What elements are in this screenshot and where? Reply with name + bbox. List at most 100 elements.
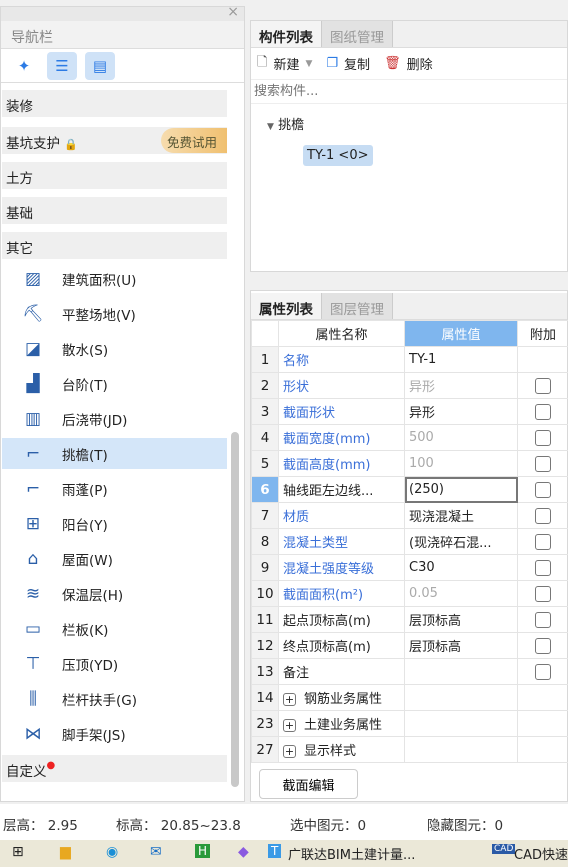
tab-drawing-management[interactable]: 图纸管理 [322,21,393,47]
property-row[interactable]: 8 混凝土类型 (现浇碎石混... [251,528,568,555]
property-value[interactable]: C30 [404,554,518,581]
nav-item[interactable]: ▥ 后浇带(JD) [2,403,227,434]
category-custom[interactable]: 自定义● [2,755,227,782]
category-item[interactable]: 土方 [2,162,227,189]
copy-button[interactable]: 复制 [344,54,370,73]
property-row[interactable]: 7 材质 现浇混凝土 [251,502,568,529]
extra-checkbox[interactable] [535,585,551,602]
property-row[interactable]: 27 + 显示样式 [251,736,568,763]
extra-checkbox[interactable] [535,403,551,420]
free-trial-badge[interactable]: 免费试用 [161,128,227,153]
property-row[interactable]: 4 截面宽度(mm) 500 [251,424,568,451]
property-row[interactable]: 14 + 钢筋业务属性 [251,684,568,711]
property-value[interactable]: (现浇碎石混... [404,528,518,555]
nav-item[interactable]: ⌐ 挑檐(T) [2,438,227,469]
copilot-icon[interactable]: ◆ [238,844,249,860]
property-row[interactable]: 3 截面形状 异形 [251,398,568,425]
category-item[interactable]: 基础 [2,197,227,224]
edge-icon[interactable]: ◉ [106,844,118,860]
nav-item[interactable]: ⊤ 压顶(YD) [2,648,227,679]
extra-checkbox[interactable] [535,455,551,472]
extra-checkbox[interactable] [535,533,551,550]
property-value[interactable]: TY-1 [404,346,518,373]
nav-item[interactable]: ⋈ 脚手架(JS) [2,718,227,749]
row-number: 8 [251,528,279,555]
property-value[interactable]: 异形 [404,372,518,399]
nav-item-label: 建筑面积(U) [62,272,137,289]
property-value[interactable]: 500 [404,424,518,451]
property-row[interactable]: 5 截面高度(mm) 100 [251,450,568,477]
nav-item[interactable]: ⌐ 雨蓬(P) [2,473,227,504]
section-edit-button[interactable]: 截面编辑 [259,769,358,799]
windows-start-icon[interactable]: ⊞ [12,844,24,860]
caret-down-icon[interactable]: ▼ [267,122,274,132]
app-h-icon[interactable]: H [195,844,211,858]
nav-item[interactable]: ▨ 建筑面积(U) [2,263,227,294]
property-row[interactable]: 10 截面面积(m²) 0.05 [251,580,568,607]
list-view-icon[interactable]: ☰ [47,51,77,80]
nav-item[interactable]: ≋ 保温层(H) [2,578,227,609]
sparkle-icon[interactable]: ✦ [9,52,39,80]
extra-checkbox[interactable] [535,611,551,628]
extra-checkbox[interactable] [535,663,551,680]
property-row[interactable]: 11 起点顶标高(m) 层顶标高 [251,606,568,633]
expand-plus-icon[interactable]: + [283,745,296,758]
property-row[interactable]: 9 混凝土强度等级 C30 [251,554,568,581]
property-value[interactable]: 层顶标高 [404,632,518,659]
nav-item[interactable]: ⛏ 平整场地(V) [2,298,227,329]
nav-item[interactable]: ⊞ 阳台(Y) [2,508,227,539]
property-value[interactable]: 0.05 [404,580,518,607]
property-row[interactable]: 6 轴线距左边线... (250) [251,476,568,503]
taskbar-app-glodon[interactable]: 广联达BIM土建计量... [288,844,415,863]
property-value[interactable] [404,658,518,685]
property-value[interactable]: 异形 [404,398,518,425]
component-search-input[interactable] [251,80,567,104]
mail-icon[interactable]: ✉ [150,844,162,860]
extra-checkbox[interactable] [535,507,551,524]
cad-app-icon[interactable]: CAD [492,844,516,854]
row-number: 6 [251,476,279,503]
extra-checkbox[interactable] [535,377,551,394]
glodon-app-icon[interactable]: T [268,844,282,858]
nav-item[interactable]: ⫼ 栏杆扶手(G) [2,683,227,714]
chevron-down-icon[interactable]: ▼ [305,59,312,69]
expand-plus-icon[interactable]: + [283,719,296,732]
tab-layer-management[interactable]: 图层管理 [322,293,393,319]
category-item[interactable]: 其它 [2,232,227,259]
delete-button[interactable]: 删除 [407,54,433,73]
extra-checkbox[interactable] [535,559,551,576]
property-value[interactable] [404,684,518,711]
nav-item[interactable]: ▟ 台阶(T) [2,368,227,399]
property-value[interactable]: (250) [404,476,518,503]
property-value[interactable]: 100 [404,450,518,477]
tree-item[interactable]: TY-1 <0> [303,145,373,166]
property-row[interactable]: 23 + 土建业务属性 [251,710,568,737]
category-item[interactable]: 装修 [2,90,227,117]
detail-view-icon[interactable]: ▤ [85,51,115,80]
nav-item[interactable]: ⌂ 屋面(W) [2,543,227,574]
nav-item[interactable]: ◪ 散水(S) [2,333,227,364]
taskbar-app-cad[interactable]: CAD快速 [514,844,568,863]
extra-checkbox[interactable] [535,481,551,498]
expand-plus-icon[interactable]: + [283,693,296,706]
nav-item[interactable]: ▭ 栏板(K) [2,613,227,644]
extra-checkbox[interactable] [535,429,551,446]
tab-component-list[interactable]: 构件列表 [251,21,322,47]
property-value[interactable] [404,710,518,737]
property-row[interactable]: 1 名称 TY-1 [251,346,568,373]
property-value[interactable]: 层顶标高 [404,606,518,633]
property-value[interactable]: 现浇混凝土 [404,502,518,529]
tab-property-list[interactable]: 属性列表 [251,293,322,319]
close-icon[interactable]: × [227,4,239,20]
property-row[interactable]: 13 备注 [251,658,568,685]
tree-group[interactable]: ▼ 挑檐 [251,104,567,133]
property-value[interactable] [404,736,518,763]
new-button[interactable]: 新建 [273,54,299,73]
category-item[interactable]: 基坑支护 🔒 免费试用 [2,127,227,154]
scrollbar[interactable] [231,432,239,787]
coping-icon: ⊤ [25,653,41,674]
property-row[interactable]: 12 终点顶标高(m) 层顶标高 [251,632,568,659]
file-explorer-icon[interactable]: ▆ [60,844,71,860]
extra-checkbox[interactable] [535,637,551,654]
property-row[interactable]: 2 形状 异形 [251,372,568,399]
